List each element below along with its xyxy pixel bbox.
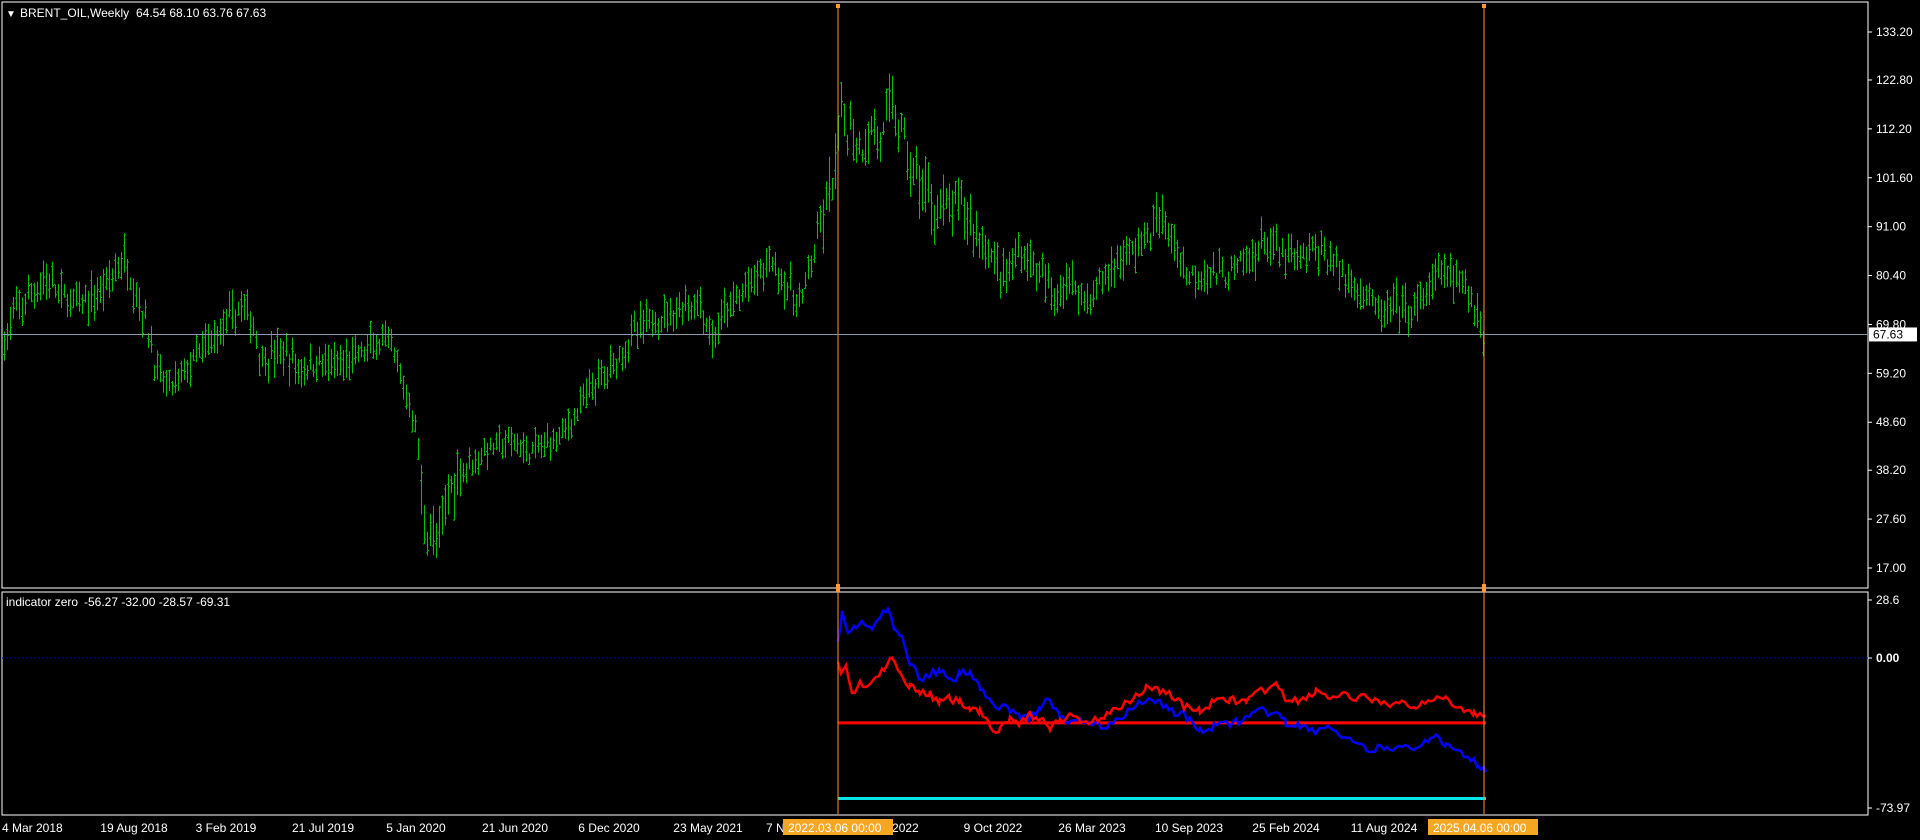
price-tick-label: 17.00 [1876, 561, 1906, 575]
price-tick-label: 38.20 [1876, 463, 1906, 477]
marker-handle [836, 584, 840, 588]
time-tick-label: 25 Feb 2024 [1252, 821, 1320, 835]
indicator-lines-group [2, 606, 1868, 801]
marker-handle [1482, 588, 1486, 592]
time-tick-label: 23 May 2021 [673, 821, 743, 835]
time-tick-label: 9 Oct 2022 [964, 821, 1023, 835]
start-marker-label: 2022.03.06 00:00 [788, 821, 882, 835]
marker-handle [836, 4, 840, 8]
time-tick-label: 19 Aug 2018 [100, 821, 168, 835]
marker-handle [1482, 584, 1486, 588]
indicator-title: indicator zero [6, 595, 78, 609]
end-marker-label: 2025.04.06 00:00 [1433, 821, 1527, 835]
time-tick-label: 26 Mar 2023 [1058, 821, 1126, 835]
time-axis: 4 Mar 2018 19 Aug 2018 3 Feb 2019 21 Jul 20… [2, 821, 1418, 835]
price-tick-label: 133.20 [1876, 25, 1913, 39]
indicator-tick-label: 28.6 [1876, 593, 1900, 607]
ohlc-values: 64.54 68.10 63.76 67.63 [136, 6, 266, 20]
time-tick-label: 21 Jul 2019 [292, 821, 354, 835]
price-tick-label: 91.00 [1876, 220, 1906, 234]
time-tick-label: 4 Mar 2018 [2, 821, 63, 835]
range-markers[interactable]: 2022.03.06 00:00 2025.04.06 00:00 [783, 4, 1538, 835]
indicator-values: -56.27 -32.00 -28.57 -69.31 [84, 595, 230, 609]
price-tick-label: 122.80 [1876, 73, 1913, 87]
price-tick-label: 101.60 [1876, 171, 1913, 185]
time-tick-label: 3 Feb 2019 [196, 821, 257, 835]
price-tick-label: 80.40 [1876, 269, 1906, 283]
marker-handle [1482, 4, 1486, 8]
indicator-tick-label: -73.97 [1876, 801, 1910, 815]
indicator-panel-frame [1, 591, 1869, 816]
chart-canvas[interactable]: 133.20122.80112.20101.6091.0080.4069.805… [0, 0, 1920, 840]
time-tick-label: 21 Jun 2020 [482, 821, 548, 835]
time-tick-label: 6 Dec 2020 [578, 821, 640, 835]
price-tick-label: 59.20 [1876, 366, 1906, 380]
price-bars-group [3, 73, 1485, 558]
current-price-label: 67.63 [1873, 327, 1903, 341]
dropdown-triangle-icon[interactable]: ▼ [6, 9, 16, 20]
price-tick-label: 27.60 [1876, 512, 1906, 526]
time-tick-label: 5 Jan 2020 [386, 821, 446, 835]
marker-handle [836, 588, 840, 592]
price-axis: 133.20122.80112.20101.6091.0080.4069.805… [1868, 25, 1913, 575]
time-tick-label: 10 Sep 2023 [1155, 821, 1223, 835]
indicator-axis: 28.6 0.00 -73.97 [1868, 593, 1910, 815]
symbol-title: BRENT_OIL,Weekly [20, 6, 129, 20]
indicator-tick-label: 0.00 [1876, 651, 1900, 665]
time-tick-label: 11 Aug 2024 [1351, 821, 1418, 835]
price-tick-label: 112.20 [1876, 122, 1912, 136]
main-panel-frame [1, 1, 1869, 589]
price-tick-label: 48.60 [1876, 415, 1906, 429]
